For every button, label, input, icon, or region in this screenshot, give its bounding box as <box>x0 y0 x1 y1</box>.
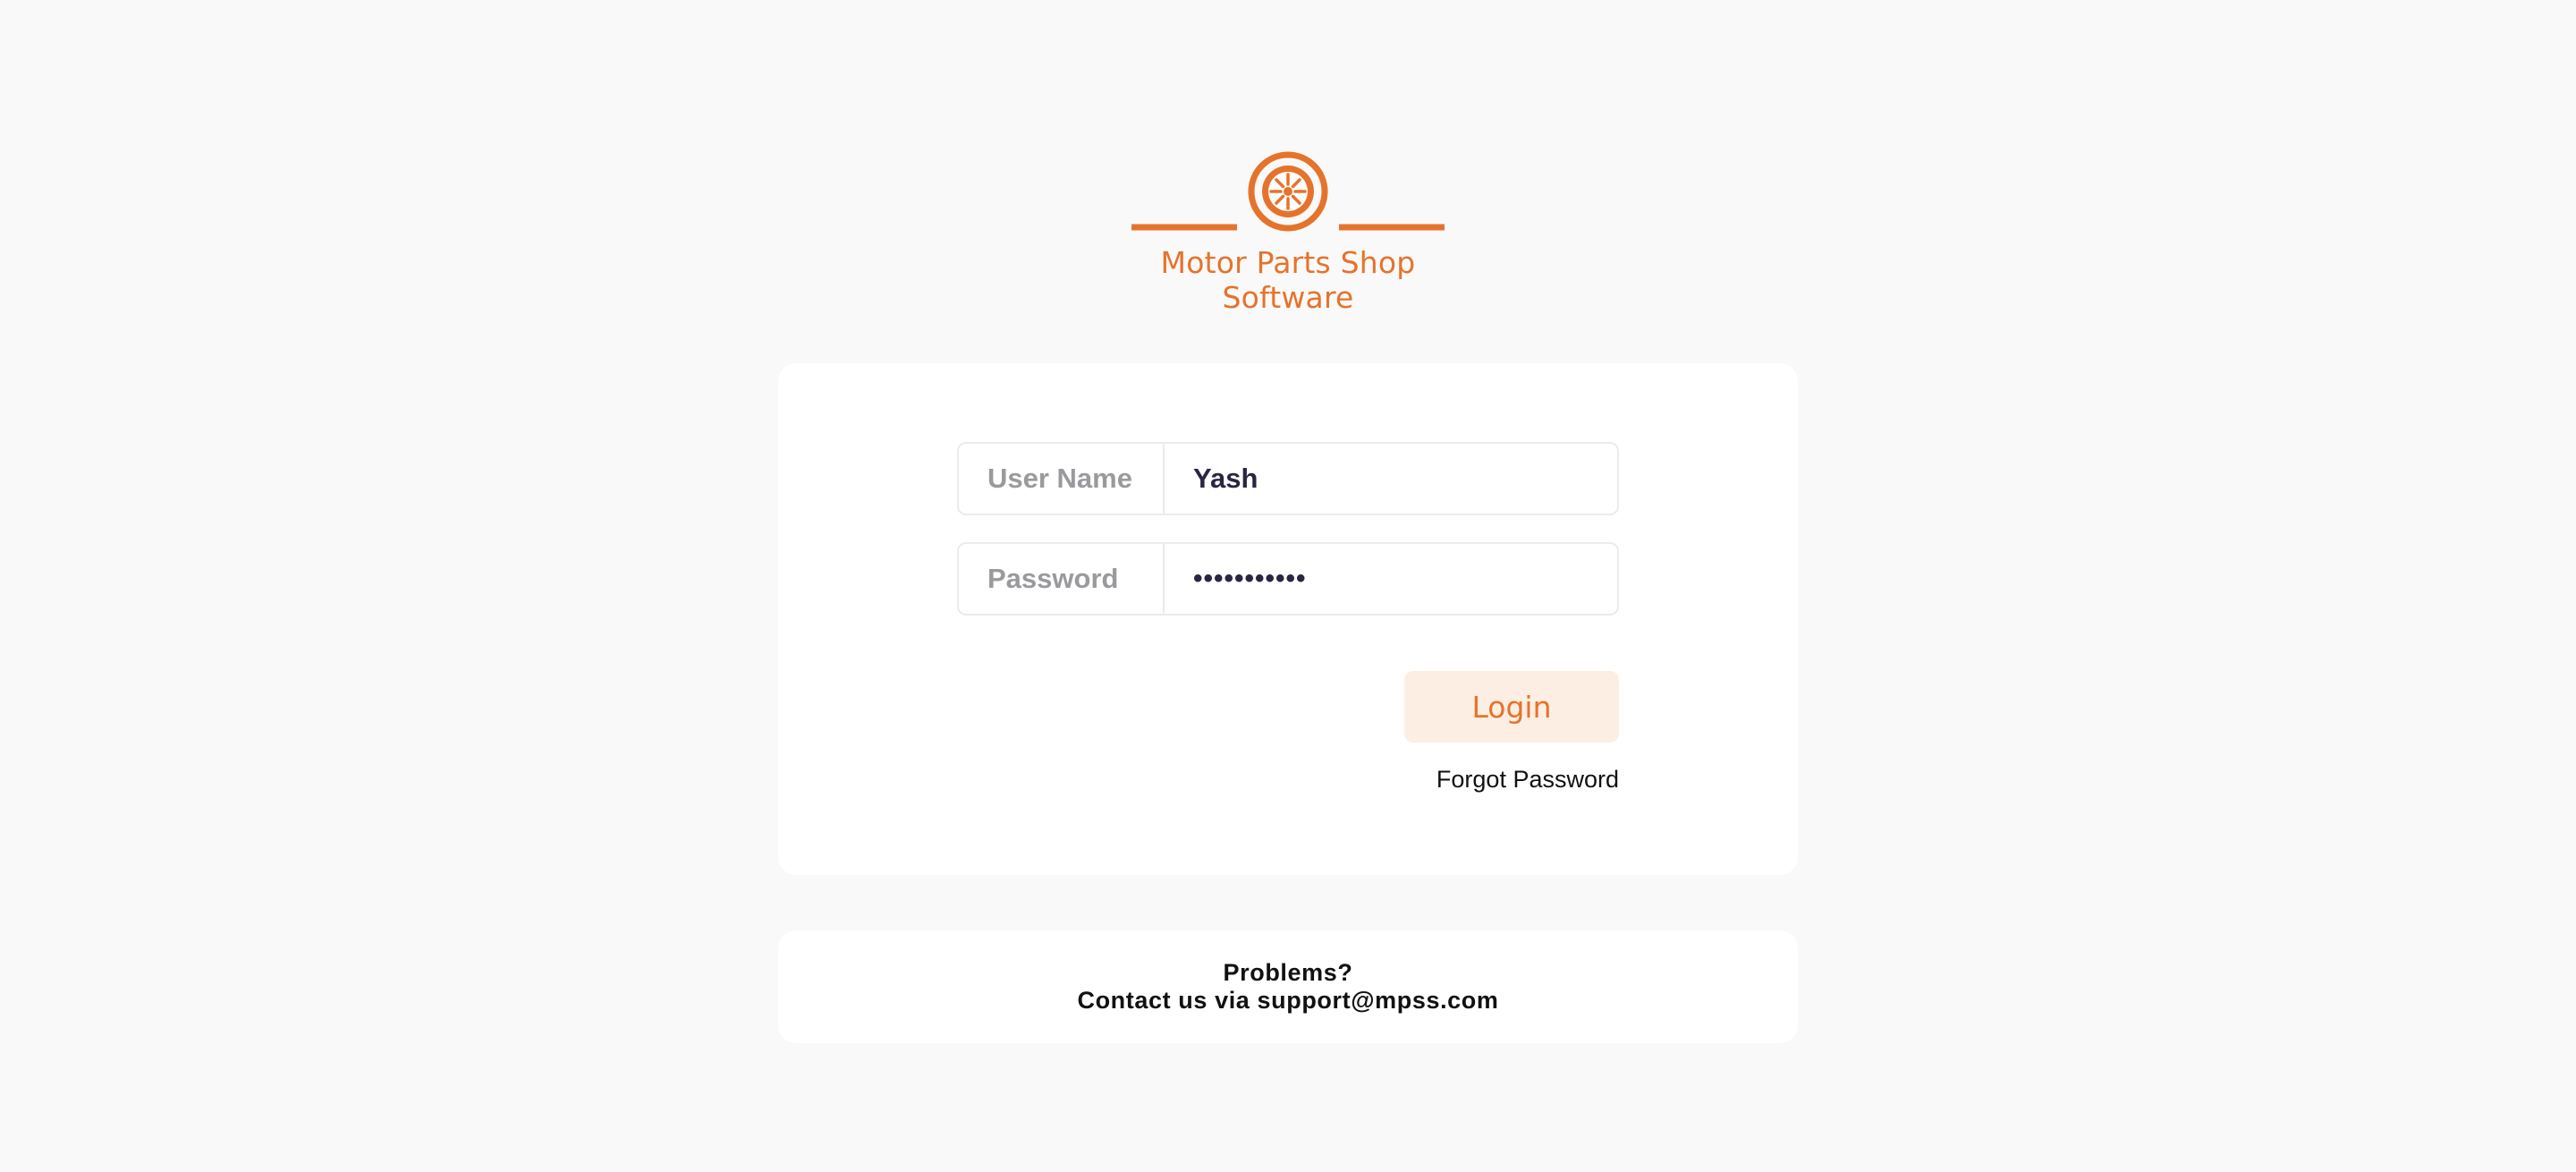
username-input[interactable] <box>1165 444 1617 514</box>
password-label: Password <box>959 544 1165 614</box>
login-button[interactable]: Login <box>1404 671 1619 743</box>
help-contact: Contact us via support@mpss.com <box>1077 987 1498 1015</box>
brand-name: Motor Parts Shop Software <box>1160 245 1416 315</box>
username-field: User Name <box>957 442 1619 515</box>
help-card: Problems? Contact us via support@mpss.co… <box>778 930 1798 1043</box>
login-card: User Name Password Login Forgot Password <box>778 363 1798 875</box>
help-contact-prefix: Contact us via <box>1077 987 1258 1014</box>
username-label: User Name <box>959 444 1165 514</box>
support-email-link[interactable]: support@mpss.com <box>1258 987 1499 1014</box>
password-field: Password <box>957 542 1619 616</box>
brand-logo: Motor Parts Shop Software <box>1109 147 1467 315</box>
help-title: Problems? <box>1223 959 1353 986</box>
forgot-password-link[interactable]: Forgot Password <box>1436 766 1619 794</box>
password-input[interactable] <box>1165 544 1617 614</box>
wheel-icon <box>1131 151 1445 232</box>
